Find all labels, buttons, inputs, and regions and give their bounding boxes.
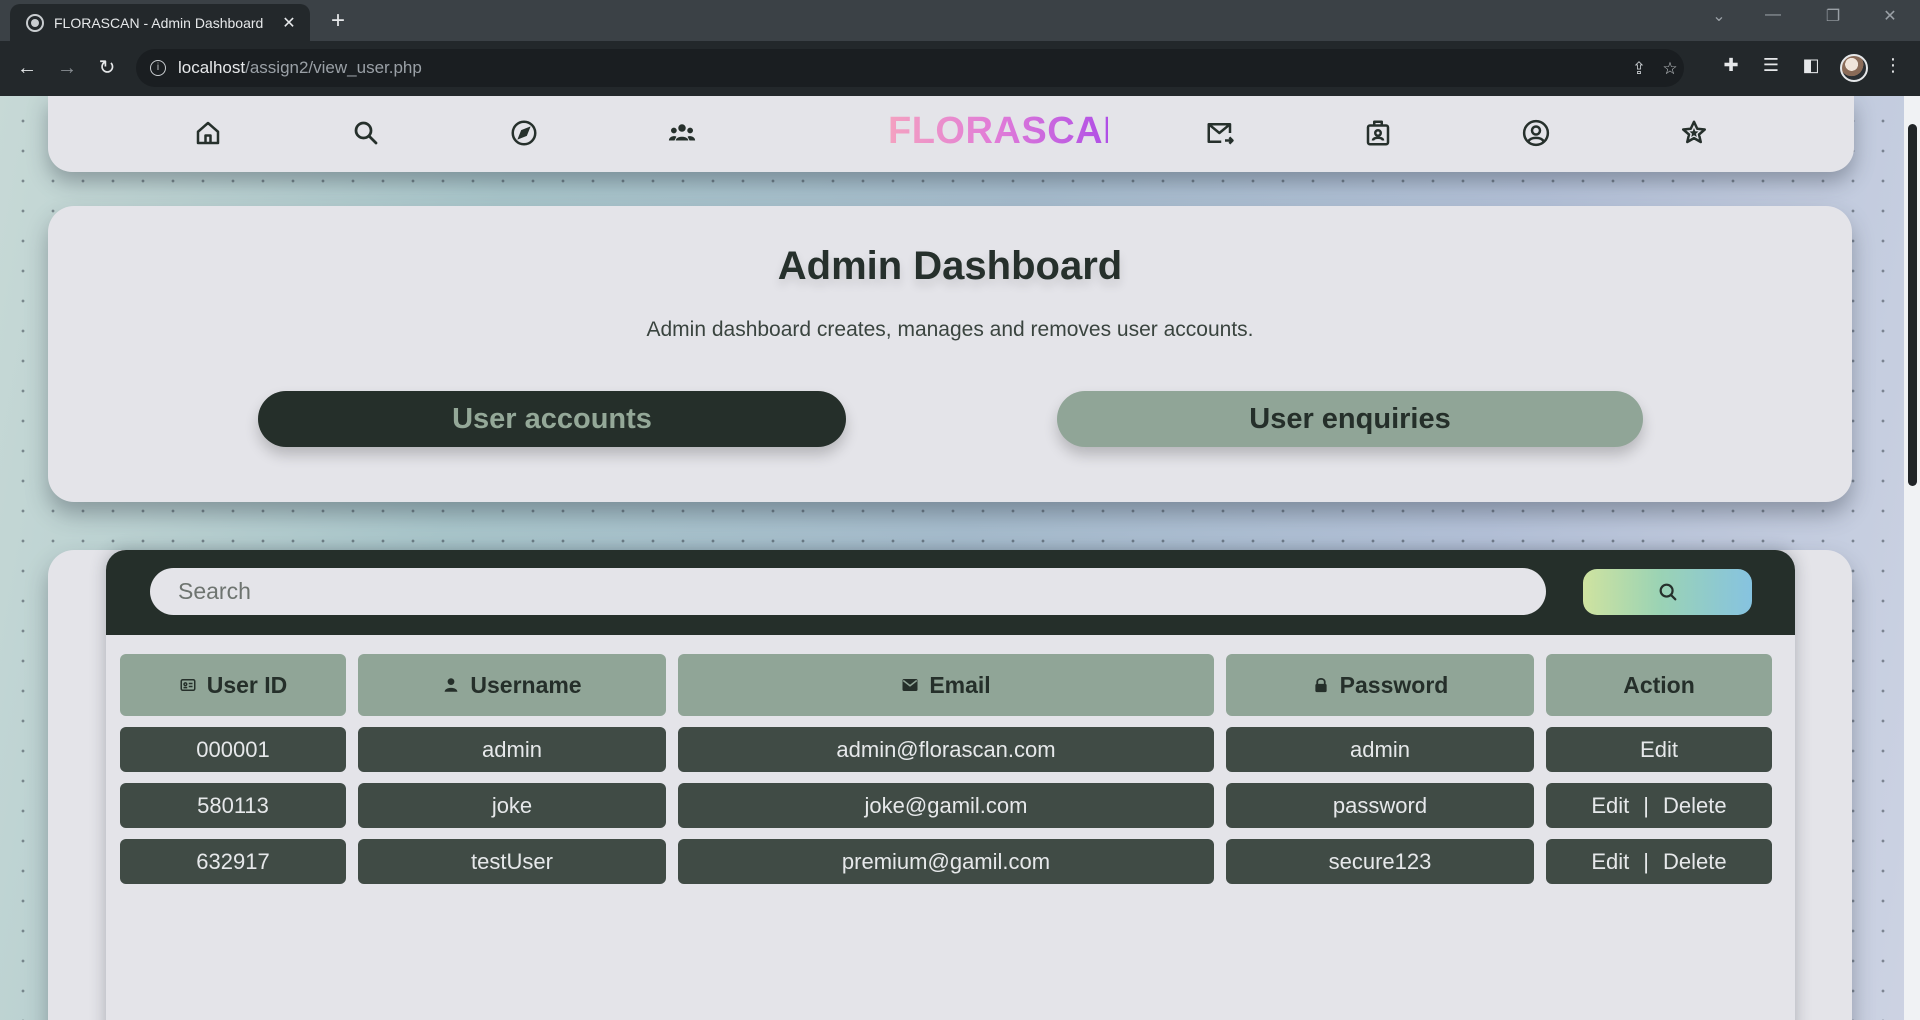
column-header-label: Password bbox=[1339, 671, 1449, 698]
close-tab-icon[interactable]: ✕ bbox=[280, 13, 298, 32]
user-accounts-button[interactable]: User accounts bbox=[258, 391, 846, 447]
compass-icon[interactable] bbox=[509, 118, 539, 148]
side-panel-icon[interactable]: ◧ bbox=[1798, 55, 1824, 76]
cell-username: admin bbox=[358, 727, 666, 772]
cell-password: admin bbox=[1226, 727, 1534, 772]
cell-username: testUser bbox=[358, 839, 666, 884]
user-table-panel: User ID Username Email Password Action 0… bbox=[106, 550, 1795, 1020]
cell-password: password bbox=[1226, 783, 1534, 828]
column-header-label: User ID bbox=[206, 671, 288, 698]
url-host: localhost bbox=[178, 58, 246, 77]
home-icon[interactable] bbox=[193, 118, 223, 148]
search-button[interactable] bbox=[1583, 569, 1752, 615]
cell-email: premium@gamil.com bbox=[678, 839, 1214, 884]
page-viewport: FLORASCAN Admin Dashboard Admin dashboar… bbox=[0, 96, 1920, 1020]
browser-tab-strip: FLORASCAN - Admin Dashboard ✕ + ⌄ — ❐ ✕ bbox=[0, 0, 1920, 41]
delete-link[interactable]: Delete bbox=[1663, 793, 1727, 819]
new-tab-button[interactable]: + bbox=[324, 8, 352, 36]
edit-link[interactable]: Edit bbox=[1640, 737, 1678, 763]
column-header-label: Action bbox=[1623, 671, 1695, 698]
cell-action: Edit | Delete bbox=[1546, 783, 1772, 828]
search-icon[interactable] bbox=[351, 118, 381, 148]
site-header: FLORASCAN bbox=[48, 96, 1854, 172]
address-bar[interactable]: i localhost/assign2/view_user.php ⇪ ☆ bbox=[136, 49, 1684, 87]
cell-email: admin@florascan.com bbox=[678, 727, 1214, 772]
edit-link[interactable]: Edit bbox=[1591, 849, 1629, 875]
site-info-icon[interactable]: i bbox=[150, 60, 166, 76]
restore-icon[interactable]: ❐ bbox=[1818, 6, 1848, 26]
search-bar bbox=[106, 550, 1795, 635]
minimize-icon[interactable]: — bbox=[1758, 6, 1788, 24]
browser-toolbar: ← → ↻ i localhost/assign2/view_user.php … bbox=[0, 41, 1920, 96]
reload-icon[interactable]: ↻ bbox=[92, 53, 122, 83]
close-window-icon[interactable]: ✕ bbox=[1875, 6, 1905, 26]
id-card-icon bbox=[180, 679, 196, 691]
action-separator: | bbox=[1643, 792, 1650, 818]
reading-list-icon[interactable]: ☰ bbox=[1758, 55, 1784, 76]
action-separator: | bbox=[1643, 848, 1650, 874]
cell-user-id: 000001 bbox=[120, 727, 346, 772]
lock-icon bbox=[1315, 678, 1327, 693]
search-icon bbox=[1659, 583, 1676, 601]
cell-action: Edit | Delete bbox=[1546, 839, 1772, 884]
column-header-action: Action bbox=[1546, 654, 1772, 716]
back-arrow-icon[interactable]: ← bbox=[12, 53, 42, 83]
tab-search-icon[interactable]: ⌄ bbox=[1704, 6, 1734, 26]
forward-arrow-icon[interactable]: → bbox=[52, 53, 82, 83]
url-path: /assign2/view_user.php bbox=[245, 58, 422, 77]
mail-forward-icon[interactable] bbox=[1205, 118, 1235, 148]
column-header-label: Username bbox=[470, 671, 582, 698]
cell-action: Edit bbox=[1546, 727, 1772, 772]
cell-user-id: 632917 bbox=[120, 839, 346, 884]
community-icon[interactable] bbox=[667, 118, 697, 148]
browser-tab[interactable]: FLORASCAN - Admin Dashboard ✕ bbox=[10, 4, 310, 41]
tab-title: FLORASCAN - Admin Dashboard bbox=[54, 14, 264, 31]
person-icon bbox=[445, 678, 458, 692]
page-scrollbar[interactable] bbox=[1904, 96, 1920, 1020]
cell-user-id: 580113 bbox=[120, 783, 346, 828]
florascan-logo[interactable]: FLORASCAN bbox=[888, 110, 1131, 153]
column-header-email: Email bbox=[678, 654, 1214, 716]
extensions-icon[interactable]: ✚ bbox=[1718, 55, 1744, 76]
delete-link[interactable]: Delete bbox=[1663, 849, 1727, 875]
badge-icon[interactable] bbox=[1363, 118, 1393, 148]
column-header-user-id: User ID bbox=[120, 654, 346, 716]
account-icon[interactable] bbox=[1521, 118, 1551, 148]
envelope-icon bbox=[902, 679, 918, 691]
page-subtitle: Admin dashboard creates, manages and rem… bbox=[646, 318, 1254, 341]
column-header-label: Email bbox=[929, 671, 991, 698]
column-header-password: Password bbox=[1226, 654, 1534, 716]
user-enquiries-button[interactable]: User enquiries bbox=[1057, 391, 1643, 447]
globe-icon bbox=[26, 13, 44, 32]
edit-link[interactable]: Edit bbox=[1591, 793, 1629, 819]
cell-username: joke bbox=[358, 783, 666, 828]
search-input[interactable] bbox=[150, 568, 1546, 615]
scrollbar-thumb[interactable] bbox=[1908, 124, 1917, 486]
rating-icon[interactable] bbox=[1679, 118, 1709, 148]
menu-kebab-icon[interactable]: ⋮ bbox=[1880, 55, 1906, 76]
dashboard-card: Admin Dashboard Admin dashboard creates,… bbox=[48, 206, 1852, 502]
profile-avatar[interactable] bbox=[1840, 54, 1868, 82]
share-icon[interactable]: ⇪ bbox=[1628, 59, 1650, 79]
cell-email: joke@gamil.com bbox=[678, 783, 1214, 828]
column-header-username: Username bbox=[358, 654, 666, 716]
page-title: Admin Dashboard bbox=[777, 244, 1123, 288]
cell-password: secure123 bbox=[1226, 839, 1534, 884]
bookmark-star-icon[interactable]: ☆ bbox=[1659, 59, 1681, 79]
